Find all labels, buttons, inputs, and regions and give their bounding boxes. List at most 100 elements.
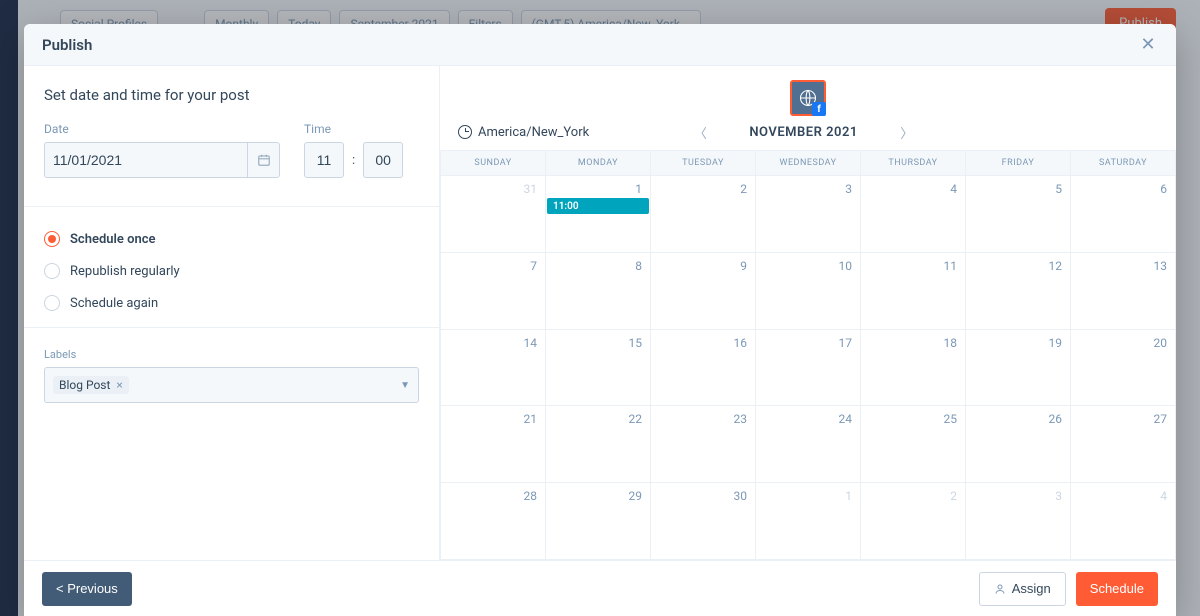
calendar-cell[interactable]: 27 <box>1071 406 1176 483</box>
day-number: 26 <box>966 412 1062 426</box>
assign-button[interactable]: Assign <box>979 572 1066 606</box>
calendar-cell[interactable]: 1 11:00 <box>546 176 651 253</box>
calendar-cell[interactable]: 30 <box>651 483 756 560</box>
calendar-cell[interactable]: 7 <box>441 253 546 330</box>
subhead: Set date and time for your post <box>44 86 419 104</box>
calendar-cell[interactable]: 4 <box>861 176 966 253</box>
calendar-cell[interactable]: 17 <box>756 330 861 407</box>
calendar: SUNDAYMONDAYTUESDAYWEDNESDAYTHURSDAYFRID… <box>440 150 1176 560</box>
day-number: 9 <box>651 259 747 273</box>
hour-input[interactable] <box>304 142 344 178</box>
timezone: America/New_York <box>458 125 589 140</box>
calendar-cell[interactable]: 22 <box>546 406 651 483</box>
day-number: 4 <box>861 182 957 196</box>
calendar-cell[interactable]: 10 <box>756 253 861 330</box>
weeks: 31111:0023456789101112131415161718192021… <box>441 176 1176 560</box>
calendar-nav: 〈 NOVEMBER 2021 〉 <box>589 123 1018 141</box>
day-number: 13 <box>1071 259 1167 273</box>
tag-text: Blog Post <box>59 378 110 392</box>
minute-input[interactable] <box>363 142 403 178</box>
footer-actions: Assign Schedule <box>979 572 1158 606</box>
day-number: 12 <box>966 259 1062 273</box>
schedule-button[interactable]: Schedule <box>1076 572 1158 606</box>
day-number: 27 <box>1071 412 1167 426</box>
calendar-cell[interactable]: 1 <box>756 483 861 560</box>
calendar-cell[interactable]: 20 <box>1071 330 1176 407</box>
calendar-cell[interactable]: 18 <box>861 330 966 407</box>
label-tag: Blog Post × <box>53 376 129 394</box>
scheduled-event[interactable]: 11:00 <box>547 198 649 214</box>
date-input[interactable] <box>45 143 247 177</box>
day-number: 1 <box>756 489 852 503</box>
calendar-cell[interactable]: 21 <box>441 406 546 483</box>
dow-cell: WEDNESDAY <box>756 150 861 176</box>
day-number: 2 <box>651 182 747 196</box>
calendar-cell[interactable]: 5 <box>966 176 1071 253</box>
day-number: 3 <box>756 182 852 196</box>
time-label: Time <box>304 122 403 136</box>
day-number: 19 <box>966 336 1062 350</box>
calendar-cell[interactable]: 23 <box>651 406 756 483</box>
calendar-cell[interactable]: 29 <box>546 483 651 560</box>
calendar-cell[interactable]: 4 <box>1071 483 1176 560</box>
week-row: 14151617181920 <box>441 330 1176 407</box>
day-number: 14 <box>441 336 537 350</box>
week-row: 789 101112 13 <box>441 253 1176 330</box>
date-input-wrap <box>44 142 280 178</box>
tag-remove-icon[interactable]: × <box>116 378 122 392</box>
next-month-icon[interactable]: 〉 <box>898 123 916 141</box>
datetime-row: Date Time : <box>44 122 419 178</box>
radio-schedule-once[interactable]: Schedule once <box>44 223 419 255</box>
time-colon: : <box>352 153 355 168</box>
modal-footer: < Previous Assign Schedule <box>24 560 1176 616</box>
close-icon[interactable]: ✕ <box>1138 35 1158 55</box>
date-label: Date <box>44 122 280 136</box>
labels-input[interactable]: Blog Post × ▼ <box>44 367 419 403</box>
calendar-cell[interactable]: 14 <box>441 330 546 407</box>
week-row: 2829301234 <box>441 483 1176 560</box>
calendar-cell[interactable]: 9 <box>651 253 756 330</box>
calendar-cell[interactable]: 6 <box>1071 176 1176 253</box>
calendar-cell[interactable]: 13 <box>1071 253 1176 330</box>
week-row: 31 1 11:0023456 <box>441 176 1176 253</box>
dow-cell: TUESDAY <box>651 150 756 176</box>
modal-header: Publish ✕ <box>24 24 1176 66</box>
calendar-cell[interactable]: 26 <box>966 406 1071 483</box>
calendar-icon[interactable] <box>247 143 279 177</box>
calendar-cell[interactable]: 3 <box>966 483 1071 560</box>
calendar-cell[interactable]: 2 <box>651 176 756 253</box>
calendar-cell[interactable]: 11 <box>861 253 966 330</box>
clock-icon <box>458 125 472 139</box>
radio-label: Schedule again <box>70 296 158 311</box>
calendar-cell[interactable]: 16 <box>651 330 756 407</box>
calendar-cell[interactable]: 28 <box>441 483 546 560</box>
labels-field: Labels Blog Post × ▼ <box>44 348 419 403</box>
calendar-cell[interactable]: 12 <box>966 253 1071 330</box>
timezone-text: America/New_York <box>478 125 589 140</box>
calendar-cell[interactable]: 24 <box>756 406 861 483</box>
day-number: 16 <box>651 336 747 350</box>
calendar-cell[interactable]: 31 <box>441 176 546 253</box>
radio-schedule-again[interactable]: Schedule again <box>44 287 419 319</box>
day-number: 31 <box>441 182 537 196</box>
calendar-cell[interactable]: 25 <box>861 406 966 483</box>
account-avatar[interactable]: f <box>790 80 826 116</box>
calendar-cell[interactable]: 19 <box>966 330 1071 407</box>
day-number: 8 <box>546 259 642 273</box>
calendar-cell[interactable]: 15 <box>546 330 651 407</box>
calendar-panel: f America/New_York 〈 NOVEMBER 2021 〉 SUN… <box>440 66 1176 560</box>
day-number: 7 <box>441 259 537 273</box>
previous-button[interactable]: < Previous <box>42 572 132 606</box>
day-number: 18 <box>861 336 957 350</box>
day-number: 6 <box>1071 182 1167 196</box>
calendar-cell[interactable]: 8 <box>546 253 651 330</box>
chevron-down-icon[interactable]: ▼ <box>400 380 410 391</box>
calendar-cell[interactable]: 3 <box>756 176 861 253</box>
facebook-badge-icon: f <box>812 102 826 116</box>
calendar-header: America/New_York 〈 NOVEMBER 2021 〉 <box>440 122 1176 150</box>
calendar-cell[interactable]: 2 <box>861 483 966 560</box>
prev-month-icon[interactable]: 〈 <box>691 123 709 141</box>
radio-republish[interactable]: Republish regularly <box>44 255 419 287</box>
date-field: Date <box>44 122 280 178</box>
day-number: 1 <box>546 182 642 196</box>
